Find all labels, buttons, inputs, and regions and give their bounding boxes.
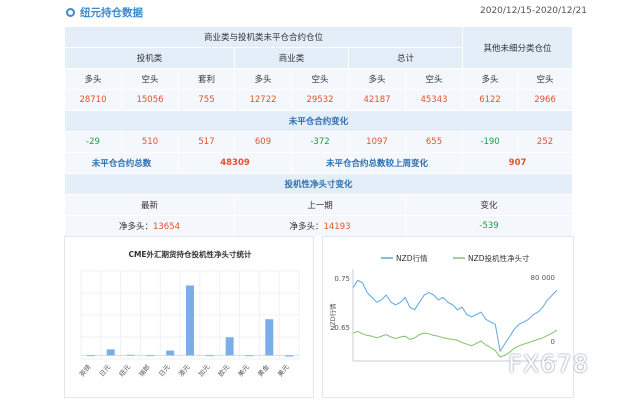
- y-left-tick: 0.65: [334, 324, 350, 332]
- bar: [126, 354, 135, 356]
- y-right-tick: 0: [551, 338, 555, 346]
- date-range: 2020/12/15-2020/12/21: [480, 6, 587, 16]
- cot-table: 商业类与投机类未平仓合约仓位 其他未细分类仓位 投机类 商业类 总计 多头 空头…: [63, 26, 574, 237]
- net-latest-value: 13654: [152, 222, 181, 232]
- spec-long-value: 28710: [64, 89, 122, 111]
- col-header: 套利: [178, 68, 235, 90]
- group-total: 总计: [347, 47, 464, 69]
- net-prev-cell: 净多头：14193: [234, 215, 406, 237]
- comm-short-value: 29532: [291, 89, 349, 111]
- bar-chart-panel: CME外汇期货持仓投机性净头寸统计 英镑 日元 纽元 瑞郎 日元 澳元 加元 欧元 美元 黄金 美元: [64, 236, 314, 398]
- series-line-nzd-price: [352, 279, 558, 353]
- other-short-value: 2966: [517, 89, 574, 111]
- x-tick-label: 纽元: [117, 362, 133, 378]
- col-header: 多头: [348, 68, 406, 90]
- bar: [146, 355, 155, 357]
- change-cell: 609: [234, 131, 292, 153]
- bar: [106, 349, 115, 356]
- col-header: 空头: [291, 68, 349, 90]
- change-cell: -29: [64, 131, 122, 153]
- net-col-latest: 最新: [64, 194, 235, 216]
- col-header: 多头: [234, 68, 292, 90]
- bar: [245, 355, 254, 357]
- section-other: 其他未细分类仓位: [462, 26, 574, 69]
- section-commercial-speculative: 商业类与投机类未平仓合约仓位: [63, 26, 464, 48]
- x-tick-label: 美元: [275, 362, 291, 378]
- bar: [166, 350, 175, 356]
- legend-label: NZD行情: [396, 253, 428, 263]
- net-latest-label: 净多头：: [118, 222, 153, 232]
- bar: [205, 355, 214, 357]
- total-short-value: 45343: [404, 89, 464, 111]
- net-col-change: 变化: [404, 194, 574, 216]
- y-right-tick: 80 000: [531, 274, 556, 282]
- watermark-logo: FX678: [508, 350, 590, 378]
- other-long-value: 6122: [462, 89, 519, 111]
- x-tick-label: 瑞郎: [137, 362, 153, 378]
- group-commercial: 商业类: [234, 47, 349, 69]
- change-cell: -372: [291, 131, 349, 153]
- change-cell: -190: [462, 131, 519, 153]
- comm-long-value: 12722: [234, 89, 292, 111]
- col-header: 空头: [121, 68, 179, 90]
- oi-total-label: 未平仓合约总数: [64, 152, 179, 174]
- page-title: 纽元持仓数据: [80, 7, 143, 19]
- title-bullet-icon: [66, 8, 75, 17]
- x-tick-label: 加元: [196, 362, 212, 378]
- group-speculative: 投机类: [64, 47, 235, 69]
- col-header: 多头: [64, 68, 122, 90]
- x-tick-label: 澳元: [176, 362, 192, 378]
- net-latest-cell: 净多头：13654: [64, 215, 235, 237]
- total-long-value: 42187: [348, 89, 406, 111]
- net-prev-label: 净多头：: [289, 222, 324, 232]
- bar: [285, 355, 294, 357]
- x-tick-label: 日元: [98, 363, 113, 378]
- spec-short-value: 15056: [121, 89, 179, 111]
- net-change-value: -539: [404, 215, 574, 237]
- col-header: 空头: [517, 68, 574, 90]
- section-oi-change: 未平仓合约变化: [63, 110, 574, 132]
- spec-spread-value: 755: [178, 89, 235, 111]
- oi-total-value: 48309: [178, 152, 292, 174]
- x-tick-label: 英镑: [77, 362, 93, 378]
- x-tick-label: 美元: [236, 362, 252, 378]
- bar-chart: CME外汇期货持仓投机性净头寸统计英镑 日元 纽元 瑞郎 日元 澳元 加元 欧元 美元 黄金 美元: [77, 249, 300, 378]
- change-cell: 1097: [348, 131, 406, 153]
- bar-chart-title: CME外汇期货持仓投机性净头寸统计: [128, 249, 252, 259]
- col-header: 多头: [462, 68, 519, 90]
- change-cell: 510: [121, 131, 179, 153]
- oi-change-value: 907: [462, 152, 574, 174]
- section-net-position: 投机性净头寸变化: [63, 173, 574, 195]
- header: 纽元持仓数据 2020/12/15-2020/12/21: [0, 0, 640, 26]
- y-left-tick: 0.75: [334, 275, 350, 283]
- oi-change-label: 未平仓合约总数较上周变化: [290, 152, 464, 174]
- net-prev-value: 14193: [323, 222, 351, 232]
- col-header: 空头: [404, 68, 464, 90]
- change-cell: 252: [517, 131, 574, 153]
- legend-label: NZD投机性净头寸: [468, 253, 530, 263]
- change-cell: 655: [404, 131, 464, 153]
- x-tick-label: 黄金: [256, 362, 272, 378]
- change-cell: 517: [178, 131, 235, 153]
- bar: [186, 285, 194, 356]
- x-tick-label: 欧元: [216, 362, 232, 378]
- bar: [225, 337, 234, 356]
- net-col-prev: 上一期: [234, 194, 406, 216]
- x-tick-label: 日元: [157, 363, 172, 378]
- bar: [265, 319, 274, 356]
- bar: [86, 355, 95, 357]
